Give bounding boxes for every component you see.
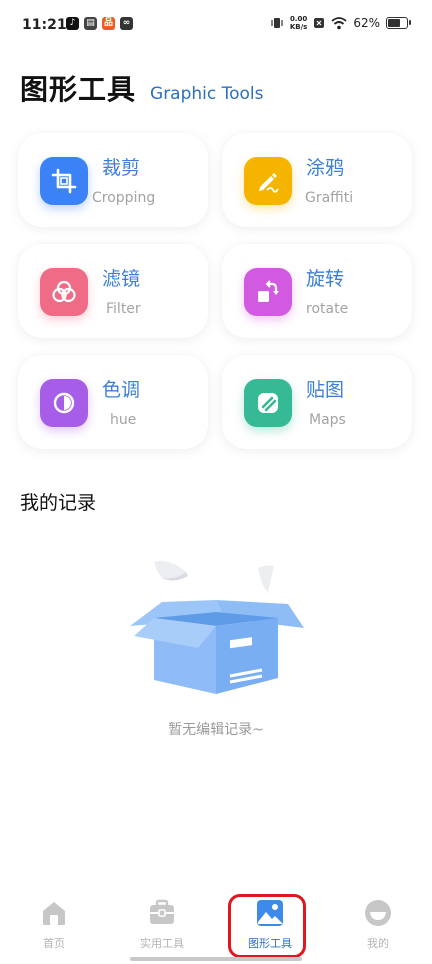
nav-label: 我的 [367, 937, 389, 950]
wifi-icon [331, 16, 347, 29]
profile-icon [365, 900, 391, 926]
sticker-icon [244, 379, 292, 427]
tool-label-cn: 旋转 [306, 268, 345, 290]
nav-label: 首页 [43, 937, 65, 950]
toolbox-icon [150, 899, 174, 924]
status-right: 0.00 KB/s 62% [270, 15, 411, 31]
net-speed: 0.00 KB/s [289, 15, 308, 31]
home-icon [43, 902, 65, 925]
crop-icon [40, 157, 88, 205]
highlight-annotation [228, 894, 306, 958]
nav-item-home[interactable]: 首页 [9, 898, 99, 951]
status-time: 11:21 [22, 17, 67, 33]
tool-label-en: rotate [306, 301, 349, 317]
page-subtitle: Graphic Tools [150, 84, 264, 104]
tool-label-en: Graffiti [305, 190, 354, 206]
tool-card-cropping[interactable]: 裁剪 Cropping [18, 133, 208, 227]
records-title: 我的记录 [20, 492, 97, 514]
tool-label-cn: 贴图 [306, 379, 345, 401]
rotate-icon [244, 268, 292, 316]
empty-box-illustration [130, 561, 304, 694]
tool-label-cn: 滤镜 [102, 268, 141, 290]
hue-icon [40, 379, 88, 427]
nav-item-utilities[interactable]: 实用工具 [117, 898, 207, 951]
filter-icon [40, 268, 88, 316]
page-title: 图形工具 [20, 73, 137, 106]
sim-off-icon [314, 18, 325, 28]
tool-label-cn: 涂鸦 [306, 157, 345, 179]
home-indicator[interactable] [130, 957, 302, 961]
nav-label: 实用工具 [140, 937, 184, 950]
tool-label-en: Cropping [92, 190, 156, 206]
tool-label-cn: 裁剪 [102, 157, 141, 179]
shopping-icon: ▤ [84, 17, 97, 30]
vibrate-icon [271, 18, 283, 28]
tool-card-rotate[interactable]: 旋转 rotate [222, 244, 412, 338]
battery-icon [386, 17, 411, 29]
link-icon: ∞ [120, 17, 133, 30]
tool-card-maps[interactable]: 贴图 Maps [222, 355, 412, 449]
app-notification-icon: 品 [102, 17, 115, 30]
nav-item-mine[interactable]: 我的 [333, 898, 423, 951]
tool-label-en: hue [110, 412, 137, 428]
tool-card-filter[interactable]: 滤镜 Filter [18, 244, 208, 338]
tool-card-hue[interactable]: 色调 hue [18, 355, 208, 449]
battery-level [388, 19, 401, 27]
bottom-nav: 首页 实用工具 图形工具 我的 [0, 890, 432, 964]
empty-state-text: 暂无编辑记录~ [168, 722, 264, 738]
notification-icons: ♪ ▤ 品 ∞ [66, 17, 133, 30]
page-header: 图形工具 Graphic Tools [20, 68, 264, 108]
battery-percent: 62% [353, 16, 380, 30]
tool-label-cn: 色调 [102, 379, 141, 401]
pen-icon [244, 157, 292, 205]
tool-grid: 裁剪 Cropping 涂鸦 Graffiti 滤镜 Filter 旋转 rot… [18, 133, 414, 449]
tool-label-en: Filter [106, 301, 141, 317]
status-bar: 11:21 ♪ ▤ 品 ∞ 0.00 KB/s 62% [0, 0, 432, 50]
tool-card-graffiti[interactable]: 涂鸦 Graffiti [222, 133, 412, 227]
tool-label-en: Maps [309, 412, 346, 428]
tiktok-icon: ♪ [66, 17, 79, 30]
